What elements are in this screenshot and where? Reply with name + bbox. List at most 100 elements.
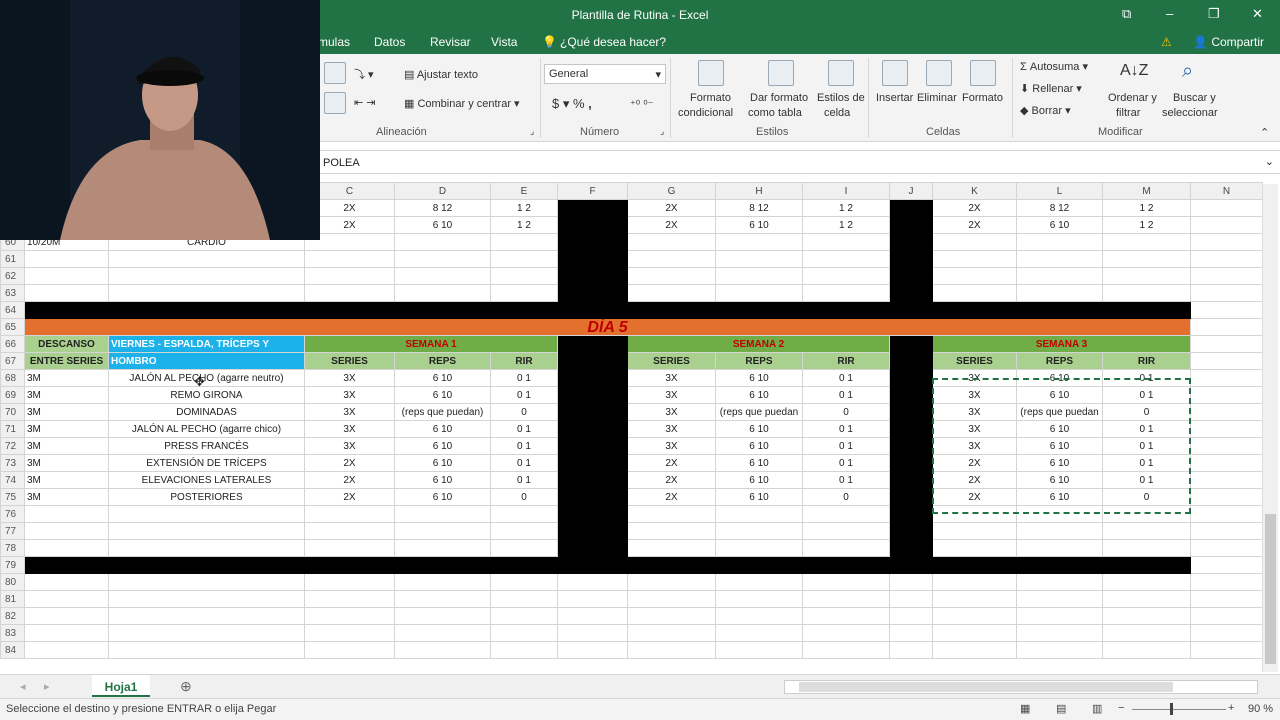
cell[interactable]	[1190, 335, 1263, 353]
exercise-name-cell[interactable]: ELEVACIONES LATERALES	[108, 471, 305, 489]
series-cell[interactable]: 2X	[932, 471, 1017, 489]
cell[interactable]	[1190, 437, 1263, 455]
row-header[interactable]: 73	[0, 454, 25, 472]
cell[interactable]	[889, 539, 933, 557]
scroll-thumb[interactable]	[799, 682, 1173, 692]
cell[interactable]	[490, 522, 558, 540]
rir-cell[interactable]: 0 1	[490, 471, 558, 489]
tab-datos[interactable]: Datos	[374, 35, 405, 49]
cell[interactable]	[715, 641, 803, 659]
align-bottom-icon[interactable]	[324, 92, 346, 114]
horizontal-scrollbar[interactable]	[784, 680, 1258, 694]
series-cell[interactable]: 3X	[932, 437, 1017, 455]
autosum-button[interactable]: Σ Autosuma ▾	[1020, 60, 1088, 73]
series-cell[interactable]: 3X	[627, 386, 716, 404]
series-cell[interactable]: 2X	[932, 488, 1017, 506]
rir-cell[interactable]: 0 1	[490, 437, 558, 455]
day-title-cell[interactable]: VIERNES - ESPALDA, TRÍCEPS Y	[108, 335, 305, 353]
rir-cell[interactable]: 0	[802, 403, 890, 421]
cell[interactable]	[1190, 607, 1263, 625]
cell[interactable]	[889, 250, 933, 268]
fill-button[interactable]: ⬇ Rellenar ▾	[1020, 82, 1082, 95]
cell[interactable]	[1016, 505, 1103, 523]
cell[interactable]	[889, 403, 933, 421]
cell[interactable]	[557, 488, 628, 506]
row-header[interactable]: 68	[0, 369, 25, 387]
cell[interactable]	[557, 471, 628, 489]
cell[interactable]	[889, 454, 933, 472]
close-icon[interactable]: ✕	[1252, 6, 1263, 22]
reps-cell[interactable]: 6 10	[394, 488, 491, 506]
column-header[interactable]: N	[1190, 182, 1263, 200]
cell[interactable]	[304, 539, 395, 557]
cell[interactable]: 1 2	[490, 199, 558, 217]
zoom-out-icon[interactable]: −	[1118, 702, 1124, 714]
series-cell[interactable]: 3X	[304, 369, 395, 387]
cell[interactable]	[557, 284, 628, 302]
cell[interactable]	[627, 641, 716, 659]
exercise-name-cell[interactable]: DOMINADAS	[108, 403, 305, 421]
cell[interactable]	[24, 573, 109, 591]
row-header[interactable]: 63	[0, 284, 25, 302]
cell[interactable]: 2X	[932, 199, 1017, 217]
cell[interactable]	[108, 505, 305, 523]
cell[interactable]: 8 12	[715, 199, 803, 217]
row-header[interactable]: 81	[0, 590, 25, 608]
cell[interactable]	[304, 522, 395, 540]
delete-cells-icon[interactable]	[926, 60, 952, 86]
cell[interactable]	[1190, 199, 1263, 217]
cell[interactable]	[889, 284, 933, 302]
cell[interactable]	[1190, 590, 1263, 608]
series-cell[interactable]: 2X	[627, 488, 716, 506]
rir-cell[interactable]: 0 1	[1102, 454, 1191, 472]
rest-time-cell[interactable]: 3M	[24, 420, 109, 438]
cell[interactable]	[24, 624, 109, 642]
cell[interactable]	[932, 284, 1017, 302]
cell[interactable]	[490, 641, 558, 659]
reps-cell[interactable]: (reps que puedan	[1016, 403, 1103, 421]
cell[interactable]	[889, 199, 933, 217]
decimal-icon[interactable]: ⁺⁰ ⁰⁻	[630, 98, 654, 111]
delete-label[interactable]: Eliminar	[917, 92, 957, 104]
cell[interactable]	[802, 590, 890, 608]
column-header[interactable]: E	[490, 182, 558, 200]
cell[interactable]	[889, 335, 933, 353]
reps-cell[interactable]: 6 10	[394, 386, 491, 404]
tab-formulas[interactable]: mulas	[318, 35, 350, 49]
cell[interactable]	[1102, 233, 1191, 251]
format-table-label-2[interactable]: como tabla	[748, 107, 802, 119]
cell[interactable]	[394, 233, 491, 251]
tab-vista[interactable]: Vista	[491, 35, 517, 49]
column-header[interactable]: K	[932, 182, 1017, 200]
cell-styles-icon[interactable]	[828, 60, 854, 86]
series-cell[interactable]: 2X	[304, 471, 395, 489]
cell[interactable]	[932, 590, 1017, 608]
cell[interactable]	[627, 284, 716, 302]
cell[interactable]	[490, 624, 558, 642]
cell[interactable]	[715, 624, 803, 642]
cell[interactable]	[108, 267, 305, 285]
row-header[interactable]: 75	[0, 488, 25, 506]
cell[interactable]	[627, 267, 716, 285]
cell[interactable]	[627, 624, 716, 642]
series-cell[interactable]: 3X	[304, 437, 395, 455]
cell[interactable]	[1102, 505, 1191, 523]
zoom-in-icon[interactable]: +	[1228, 702, 1234, 714]
rir-cell[interactable]: 0 1	[490, 454, 558, 472]
number-launcher-icon[interactable]: ⌟	[660, 126, 664, 137]
currency-icon[interactable]: $ ▾ % ,	[552, 96, 592, 112]
rir-cell[interactable]: 0 1	[802, 420, 890, 438]
reps-cell[interactable]: 6 10	[394, 369, 491, 387]
cell[interactable]	[1102, 641, 1191, 659]
cell[interactable]	[715, 284, 803, 302]
zoom-slider-handle[interactable]	[1170, 703, 1173, 715]
cell[interactable]: 2X	[627, 199, 716, 217]
cell[interactable]	[557, 250, 628, 268]
normal-view-icon[interactable]: ▦	[1020, 702, 1030, 715]
cell[interactable]	[557, 607, 628, 625]
row-header[interactable]: 71	[0, 420, 25, 438]
row-header[interactable]: 78	[0, 539, 25, 557]
cell[interactable]	[1190, 624, 1263, 642]
cell[interactable]	[889, 624, 933, 642]
reps-cell[interactable]: 6 10	[1016, 420, 1103, 438]
